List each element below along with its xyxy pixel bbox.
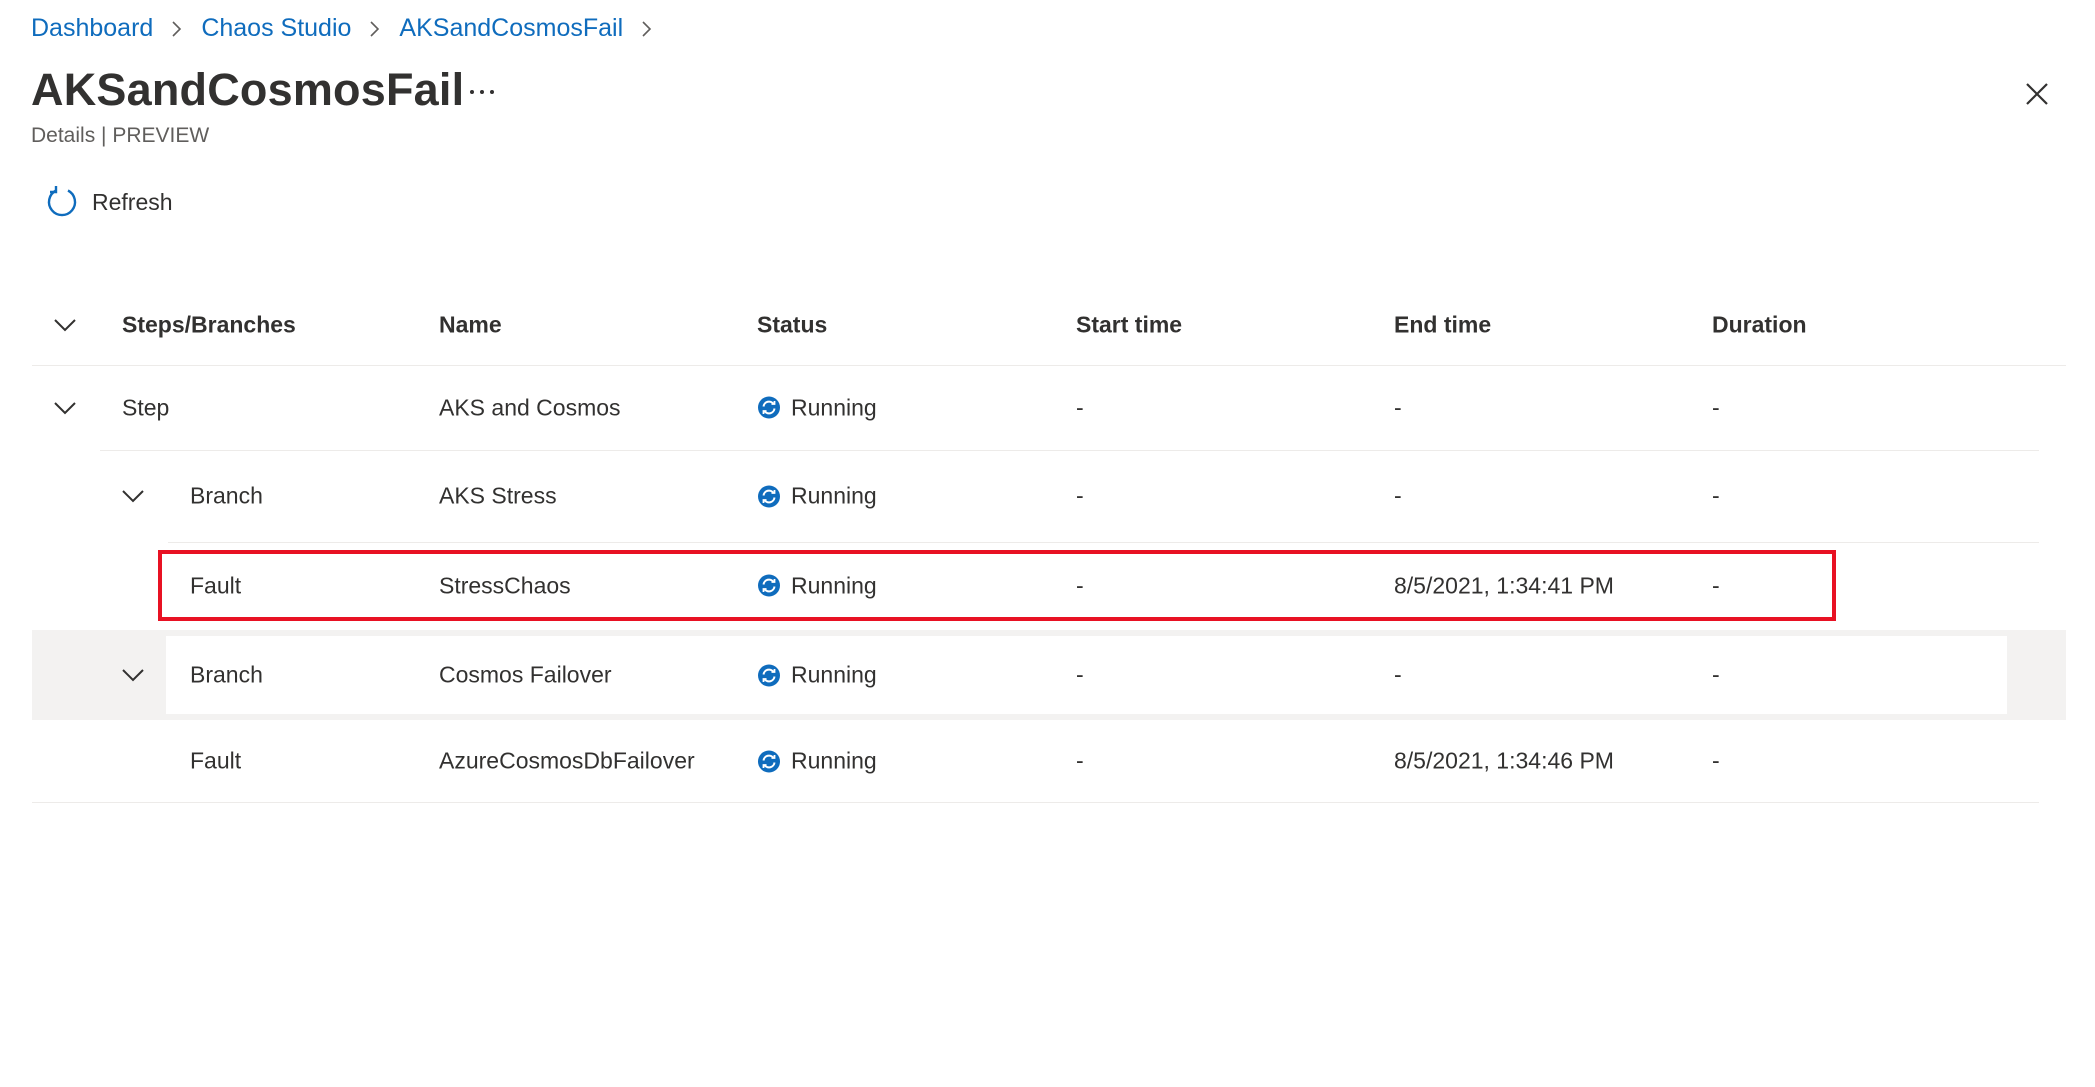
status-cell: Running <box>757 662 877 689</box>
start-time: - <box>1076 747 1084 774</box>
page-title: AKSandCosmosFail <box>31 64 465 115</box>
status-text: Running <box>791 482 877 509</box>
duration: - <box>1712 661 1720 688</box>
column-header-name[interactable]: Name <box>439 312 502 339</box>
end-time: 8/5/2021, 1:34:46 PM <box>1394 747 1614 774</box>
row-type: Step <box>122 394 170 420</box>
ellipsis-icon <box>470 90 494 94</box>
running-status-icon <box>758 664 780 686</box>
table-row[interactable]: Branch AKS Stress Running - - - <box>32 450 2066 542</box>
chevron-right-icon <box>163 17 191 41</box>
column-header-steps[interactable]: Steps/Branches <box>122 312 296 339</box>
page-subtitle: Details | PREVIEW <box>31 124 210 147</box>
refresh-icon <box>47 186 77 217</box>
duration: - <box>1712 482 1720 509</box>
column-header-end-time[interactable]: End time <box>1394 312 1491 339</box>
column-header-start-time[interactable]: Start time <box>1076 312 1182 339</box>
chevron-down-icon[interactable] <box>50 396 80 420</box>
refresh-label: Refresh <box>92 188 173 215</box>
start-time: - <box>1076 394 1084 420</box>
close-icon <box>2026 83 2048 105</box>
duration: - <box>1712 394 1720 420</box>
table-row[interactable]: Fault AzureCosmosDbFailover Running - 8/… <box>32 722 2066 800</box>
column-header-duration[interactable]: Duration <box>1712 312 1807 339</box>
chevron-down-icon[interactable] <box>118 663 148 687</box>
duration: - <box>1712 747 1720 774</box>
table-row[interactable]: Step AKS and Cosmos Running - - - <box>32 365 2066 450</box>
row-name: AzureCosmosDbFailover <box>439 747 695 774</box>
column-header-status[interactable]: Status <box>757 312 827 339</box>
close-button[interactable] <box>2015 72 2059 116</box>
row-type: Branch <box>190 661 263 688</box>
running-status-icon <box>758 485 780 507</box>
chevron-right-icon <box>361 17 389 41</box>
status-text: Running <box>791 747 877 774</box>
status-cell: Running <box>757 483 877 510</box>
divider <box>32 802 2039 803</box>
start-time: - <box>1076 661 1084 688</box>
row-type: Branch <box>190 482 263 509</box>
refresh-button[interactable]: Refresh <box>44 184 173 220</box>
running-status-icon <box>758 750 780 772</box>
highlight-box <box>158 550 1836 621</box>
breadcrumb: Dashboard Chaos Studio AKSandCosmosFail <box>31 14 671 43</box>
running-status-icon <box>758 396 780 419</box>
status-cell: Running <box>757 394 877 421</box>
status-text: Running <box>791 661 877 688</box>
breadcrumb-chaos-studio[interactable]: Chaos Studio <box>201 14 351 43</box>
status-cell: Running <box>757 748 877 775</box>
collapse-all-chevron-icon[interactable] <box>50 313 80 337</box>
row-name: AKS Stress <box>439 482 557 509</box>
chevron-down-icon[interactable] <box>118 484 148 508</box>
end-time: - <box>1394 482 1402 509</box>
breadcrumb-experiment[interactable]: AKSandCosmosFail <box>399 14 623 43</box>
status-text: Running <box>791 394 877 420</box>
end-time: - <box>1394 661 1402 688</box>
row-name: Cosmos Failover <box>439 661 612 688</box>
more-options-button[interactable] <box>462 72 502 112</box>
start-time: - <box>1076 482 1084 509</box>
end-time: - <box>1394 394 1402 420</box>
table-row[interactable]: Branch Cosmos Failover Running - - - <box>32 630 2066 720</box>
row-name: AKS and Cosmos <box>439 394 621 420</box>
chevron-right-icon <box>633 17 661 41</box>
row-type: Fault <box>190 747 242 774</box>
divider <box>168 542 2039 543</box>
breadcrumb-dashboard[interactable]: Dashboard <box>31 14 153 43</box>
grid-header-row: Steps/Branches Name Status Start time En… <box>32 285 2066 365</box>
